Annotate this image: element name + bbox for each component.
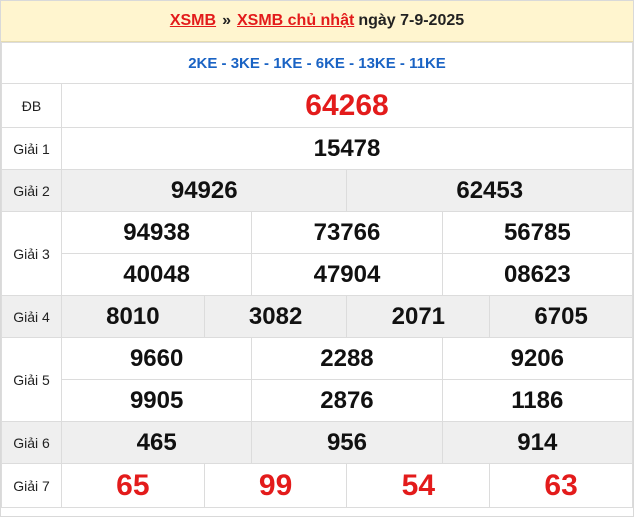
prize-number: 9206	[441, 337, 634, 380]
prize-number: 99	[203, 463, 348, 508]
prize-number: 9905	[60, 379, 253, 422]
prize-number: 15478	[61, 127, 633, 170]
prize-number: 2288	[251, 337, 443, 380]
prize-label: Giải 7	[1, 463, 62, 508]
prize-number: 40048	[60, 253, 253, 296]
special-prize-number: 64268	[61, 83, 633, 128]
prize-number: 914	[441, 421, 634, 464]
prize-3-row: Giải 3 94938 73766 56785	[1, 211, 634, 296]
prize-4-row: Giải 4 8010 3082 2071 6705	[1, 295, 633, 338]
prize-7-row: Giải 7 65 99 54 63	[1, 463, 633, 508]
prize-1-row: Giải 1 15478	[1, 127, 633, 170]
prize-label: Giải 5	[1, 337, 62, 422]
prize-label: Giải 4	[1, 295, 62, 338]
prize-number: 94938	[60, 211, 253, 254]
prize-codes: 2KE - 3KE - 1KE - 6KE - 13KE - 11KE	[1, 42, 633, 84]
prize-number: 2071	[346, 295, 491, 338]
prize-number: 56785	[441, 211, 634, 254]
prize-number: 465	[60, 421, 253, 464]
results-header: XSMB » XSMB chủ nhật ngày 7-9-2025	[1, 1, 633, 42]
xsmb-sunday-link[interactable]: XSMB chủ nhật	[237, 12, 354, 30]
prize-5-row: Giải 5 9660 2288 9206	[1, 337, 634, 422]
prize-number: 65	[61, 463, 205, 508]
prize-number: 1186	[441, 379, 634, 422]
prize-number: 9660	[60, 337, 253, 380]
prize-number: 47904	[251, 253, 443, 296]
prize-number: 3082	[203, 295, 348, 338]
prize-label: ĐB	[1, 83, 62, 128]
prize-number: 73766	[251, 211, 443, 254]
prize-3-row: 40048 47904 08623	[2, 253, 634, 296]
prize-number: 8010	[61, 295, 205, 338]
draw-date: ngày 7-9-2025	[358, 12, 465, 29]
prize-label: Giải 6	[1, 421, 62, 464]
prize-number: 2876	[251, 379, 443, 422]
breadcrumb-separator: »	[222, 12, 231, 29]
prize-label: Giải 2	[1, 169, 62, 212]
prize-number: 6705	[489, 295, 633, 338]
prize-number: 62453	[346, 169, 633, 212]
prize-number: 63	[489, 463, 633, 508]
prize-number: 94926	[60, 169, 348, 212]
prize-number: 54	[346, 463, 491, 508]
prize-label: Giải 1	[1, 127, 62, 170]
special-prize-row: ĐB 64268	[1, 83, 633, 128]
prize-label: Giải 3	[1, 211, 62, 296]
xsmb-link[interactable]: XSMB	[170, 12, 216, 30]
prize-5-row: 9905 2876 1186	[2, 379, 634, 422]
prize-2-row: Giải 2 94926 62453	[1, 169, 633, 212]
prize-6-row: Giải 6 465 956 914	[1, 421, 634, 464]
prize-number: 08623	[441, 253, 634, 296]
prize-number: 956	[251, 421, 443, 464]
results-panel: XSMB » XSMB chủ nhật ngày 7-9-2025 2KE -…	[0, 0, 634, 517]
results-table: 2KE - 3KE - 1KE - 6KE - 13KE - 11KE ĐB 6…	[1, 42, 634, 508]
codes-row: 2KE - 3KE - 1KE - 6KE - 13KE - 11KE	[1, 42, 633, 84]
